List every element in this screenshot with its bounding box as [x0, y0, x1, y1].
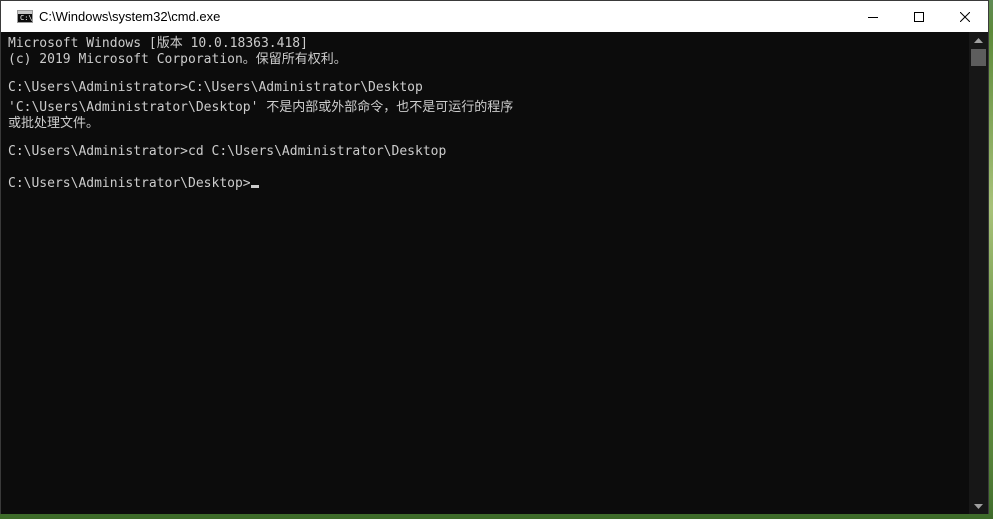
close-button[interactable]	[942, 1, 988, 32]
cmd-app-icon-label: C:\	[20, 14, 33, 22]
minimize-icon	[868, 16, 878, 18]
console-line	[1, 160, 969, 176]
scroll-thumb[interactable]	[971, 49, 986, 66]
vertical-scrollbar[interactable]	[969, 32, 988, 514]
scroll-up-button[interactable]	[969, 32, 988, 48]
console-output[interactable]: Microsoft Windows [版本 10.0.18363.418] (c…	[1, 32, 969, 514]
console-line: Microsoft Windows [版本 10.0.18363.418]	[8, 36, 308, 51]
prompt-text: C:\Users\Administrator\Desktop>	[8, 176, 251, 191]
scroll-down-button[interactable]	[969, 498, 988, 514]
arrow-up-icon	[974, 37, 983, 43]
cmd-app-icon[interactable]: C:\	[17, 10, 33, 23]
window-title: C:\Windows\system32\cmd.exe	[39, 9, 221, 24]
prompt-line[interactable]: C:\Users\Administrator\Desktop>	[1, 176, 969, 192]
console-line: 'C:\Users\Administrator\Desktop' 不是内部或外部…	[8, 100, 514, 115]
window-controls	[850, 1, 988, 32]
arrow-down-icon	[974, 503, 983, 509]
console-line: C:\Users\Administrator>C:\Users\Administ…	[8, 80, 423, 95]
console-line	[1, 128, 969, 144]
minimize-button[interactable]	[850, 1, 896, 32]
console-line: (c) 2019 Microsoft Corporation。保留所有权利。	[8, 52, 347, 67]
text-cursor	[250, 185, 259, 188]
title-bar[interactable]: C:\ C:\Windows\system32\cmd.exe	[1, 1, 988, 32]
maximize-button[interactable]	[896, 1, 942, 32]
close-icon	[960, 11, 970, 22]
maximize-icon	[914, 11, 924, 22]
cmd-window: C:\ C:\Windows\system32\cmd.exe Microsof…	[0, 0, 989, 514]
console-line: C:\Users\Administrator>cd C:\Users\Admin…	[8, 144, 447, 159]
